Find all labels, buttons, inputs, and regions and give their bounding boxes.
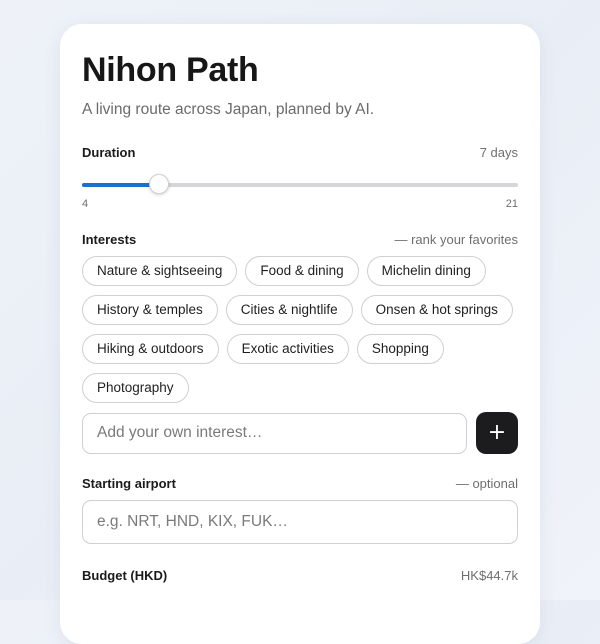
interest-chip-michelin[interactable]: Michelin dining <box>366 256 486 287</box>
interest-chip-cities[interactable]: Cities & nightlife <box>225 295 353 326</box>
plus-icon: + <box>487 420 507 446</box>
duration-header: Duration 7 days <box>82 145 518 160</box>
budget-label: Budget (HKD) <box>82 568 168 584</box>
interest-chip-nature[interactable]: Nature & sightseeing <box>82 256 238 287</box>
airport-label: Starting airport <box>82 476 176 492</box>
interest-chip-history[interactable]: History & temples <box>82 295 218 326</box>
duration-slider-thumb[interactable] <box>148 174 169 195</box>
budget-value: HK$44.7k <box>460 568 518 584</box>
interests-header: Interests — rank your favorites <box>82 232 518 247</box>
duration-label: Duration <box>82 145 136 161</box>
duration-slider[interactable] <box>82 174 518 196</box>
duration-slider-fill <box>82 183 159 188</box>
interest-chip-shopping[interactable]: Shopping <box>356 334 444 365</box>
duration-min-label: 4 <box>82 198 89 211</box>
interests-section: Interests — rank your favorites Nature &… <box>82 232 518 455</box>
interest-chip-exotic[interactable]: Exotic activities <box>226 334 349 365</box>
app-title: Nihon Path <box>82 51 259 89</box>
planner-card: Nihon Path A living route across Japan, … <box>60 24 540 644</box>
interest-chip-food[interactable]: Food & dining <box>245 256 359 287</box>
custom-interest-input[interactable] <box>82 412 467 454</box>
interest-chips: Nature & sightseeing Food & dining Miche… <box>82 256 518 404</box>
interests-hint: — rank your favorites <box>394 232 518 248</box>
interest-chip-hiking[interactable]: Hiking & outdoors <box>82 334 219 365</box>
airport-input[interactable] <box>82 500 518 545</box>
airport-hint: — optional <box>455 476 518 492</box>
airport-header: Starting airport — optional <box>82 476 518 491</box>
add-interest-button[interactable]: + <box>476 412 518 455</box>
duration-value: 7 days <box>479 145 518 161</box>
airport-section: Starting airport — optional <box>82 476 518 545</box>
budget-section: Budget (HKD) HK$44.7k <box>82 568 518 583</box>
app-subtitle: A living route across Japan, planned by … <box>82 101 375 119</box>
custom-interest-row: + <box>82 412 518 455</box>
duration-scale: 4 21 <box>82 198 518 210</box>
interest-chip-photography[interactable]: Photography <box>82 373 189 404</box>
budget-header: Budget (HKD) HK$44.7k <box>82 568 518 583</box>
duration-section: Duration 7 days 4 21 <box>82 145 518 210</box>
interest-chip-onsen[interactable]: Onsen & hot springs <box>360 295 513 326</box>
interests-label: Interests <box>82 232 137 248</box>
duration-max-label: 21 <box>505 198 518 211</box>
